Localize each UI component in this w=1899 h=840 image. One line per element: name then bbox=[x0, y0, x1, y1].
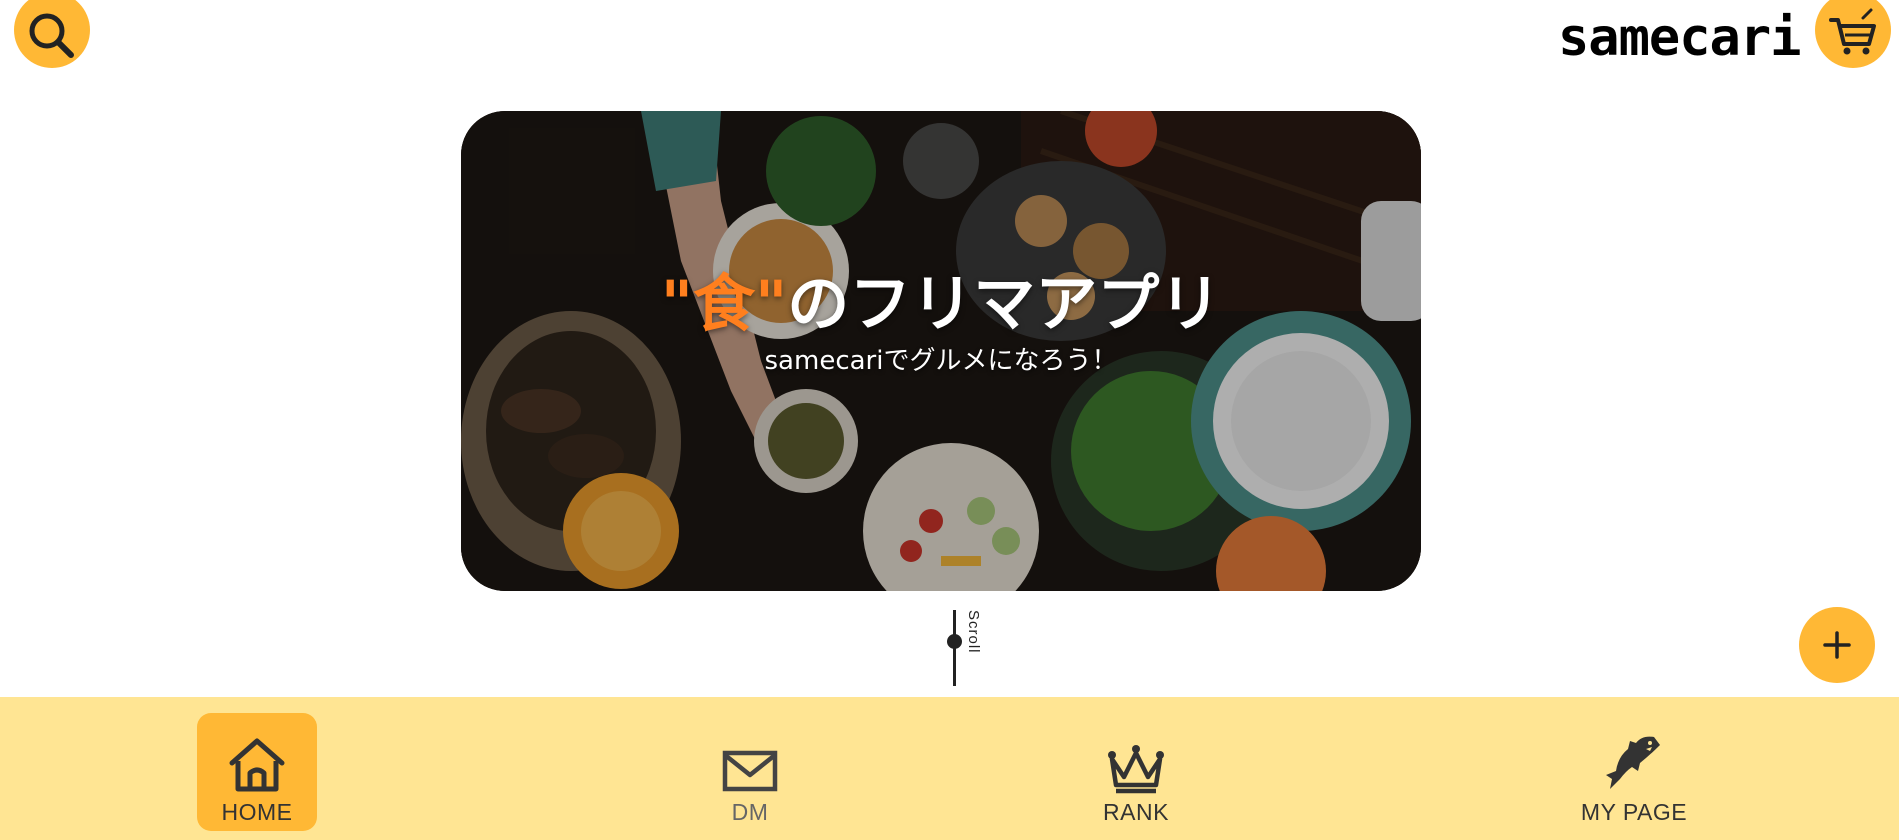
cart-button[interactable] bbox=[1815, 0, 1891, 68]
nav-rank[interactable]: RANK bbox=[1076, 713, 1196, 831]
hero-title: "食"のフリマアプリ bbox=[461, 267, 1421, 341]
hero-title-rest: のフリマアプリ bbox=[787, 267, 1222, 340]
nav-rank-label: RANK bbox=[1103, 799, 1169, 825]
scroll-label: Scroll bbox=[965, 610, 982, 654]
nav-home-label: HOME bbox=[221, 799, 293, 825]
nav-dm[interactable]: DM bbox=[690, 713, 810, 831]
search-icon bbox=[29, 13, 74, 58]
hero-banner: "食"のフリマアプリ samecariでグルメになろう！ bbox=[461, 111, 1421, 591]
add-item-button[interactable] bbox=[1799, 607, 1875, 683]
mail-icon bbox=[722, 750, 778, 792]
hero-title-accent: "食" bbox=[660, 267, 788, 340]
cart-icon bbox=[1829, 8, 1876, 55]
hero-subtitle: samecariでグルメになろう！ bbox=[764, 346, 1118, 376]
scroll-indicator[interactable]: Scroll bbox=[940, 610, 1000, 686]
bottom-nav: HOME DM RANK MY PAGE bbox=[0, 697, 1899, 840]
app-logo[interactable]: samecari bbox=[1558, 8, 1801, 68]
nav-mypage[interactable]: MY PAGE bbox=[1574, 713, 1694, 831]
search-button[interactable] bbox=[14, 0, 90, 68]
shark-icon bbox=[1606, 736, 1660, 789]
scroll-dot bbox=[947, 634, 962, 649]
nav-dm-label: DM bbox=[731, 799, 769, 825]
nav-home[interactable]: HOME bbox=[197, 713, 317, 831]
home-icon bbox=[229, 738, 285, 792]
nav-mypage-label: MY PAGE bbox=[1580, 799, 1688, 825]
plus-icon bbox=[1823, 631, 1851, 659]
crown-icon bbox=[1108, 745, 1164, 794]
